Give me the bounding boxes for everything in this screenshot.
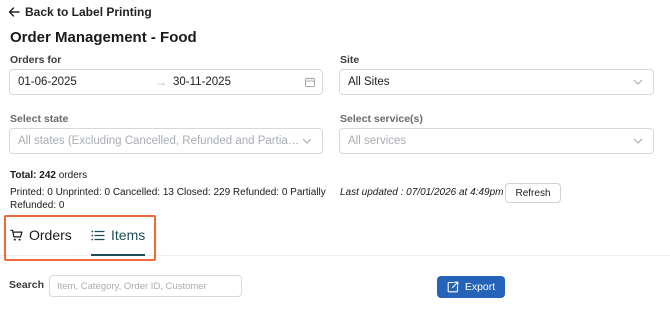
total-count: 242 <box>39 170 56 181</box>
select-state-label: Select state <box>10 113 69 125</box>
total-prefix: Total: <box>10 170 37 181</box>
date-end-value: 30-11-2025 <box>173 76 231 88</box>
chevron-down-icon <box>633 138 643 144</box>
status-breakdown-line-1: Printed: 0 Unprinted: 0 Cancelled: 13 Cl… <box>10 187 326 198</box>
site-label: Site <box>340 54 360 66</box>
page-title: Order Management - Food <box>10 29 197 46</box>
date-range-picker[interactable]: 01-06-2025 → 30-11-2025 <box>9 69 323 95</box>
date-range-arrow: → <box>155 75 167 89</box>
search-input[interactable] <box>49 275 242 297</box>
back-link-label: Back to Label Printing <box>25 5 152 19</box>
total-suffix: orders <box>58 170 88 181</box>
export-icon <box>447 281 459 293</box>
arrow-left-icon <box>8 7 20 17</box>
export-button[interactable]: Export <box>437 276 505 298</box>
services-select-placeholder: All services <box>348 135 407 147</box>
search-label: Search <box>9 279 45 291</box>
date-start-value: 01-06-2025 <box>18 76 77 88</box>
services-select[interactable]: All services <box>339 128 654 154</box>
chevron-down-icon <box>633 79 643 85</box>
total-orders-summary: Total: 242 orders <box>10 169 87 182</box>
export-button-label: Export <box>464 281 496 293</box>
state-select-placeholder: All states (Excluding Cancelled, Refunde… <box>18 135 300 147</box>
last-updated-text: Last updated : 07/01/2026 at 4:49pm <box>340 187 504 198</box>
select-services-label: Select service(s) <box>340 113 423 125</box>
chevron-down-icon <box>302 138 312 144</box>
back-to-label-printing-link[interactable]: Back to Label Printing <box>8 4 152 20</box>
tabs-highlight-frame <box>4 215 156 261</box>
refresh-button[interactable]: Refresh <box>505 183 561 203</box>
state-select[interactable]: All states (Excluding Cancelled, Refunde… <box>9 128 323 154</box>
orders-for-label: Orders for <box>10 54 62 66</box>
site-select[interactable]: All Sites <box>339 69 654 95</box>
status-breakdown-line-2: Refunded: 0 <box>10 200 65 211</box>
calendar-icon[interactable] <box>304 76 316 88</box>
site-select-value: All Sites <box>348 76 390 88</box>
